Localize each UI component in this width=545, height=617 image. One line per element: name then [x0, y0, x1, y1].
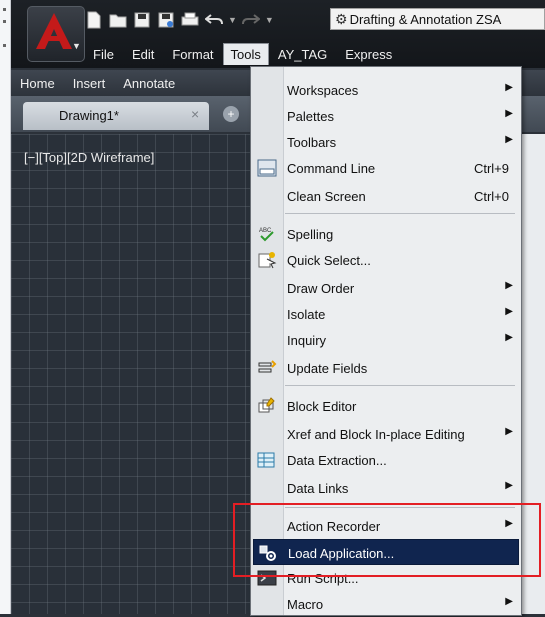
menu-item-label: Command Line	[287, 161, 376, 176]
open-folder-icon[interactable]	[108, 10, 128, 30]
submenu-arrow-icon: ▶	[505, 480, 513, 491]
menu-item-workspaces[interactable]: Workspaces ▶	[251, 77, 521, 103]
menu-item-command-line[interactable]: Command Line Ctrl+9	[251, 155, 521, 181]
quick-access-toolbar: ▼ ▼	[84, 5, 274, 35]
menu-item-macro[interactable]: Macro ▶	[251, 591, 521, 617]
new-tab-button[interactable]: +	[223, 106, 239, 122]
submenu-arrow-icon: ▶	[505, 306, 513, 317]
block-editor-icon	[257, 397, 277, 415]
menu-item-xref-block-in-place-editing[interactable]: Xref and Block In-place Editing ▶	[251, 421, 521, 447]
gear-icon: ⚙	[335, 10, 348, 27]
menu-item-shortcut: Ctrl+9	[473, 161, 509, 176]
menu-edit[interactable]: Edit	[123, 44, 163, 65]
menu-item-data-extraction[interactable]: Data Extraction...	[251, 447, 521, 473]
menu-item-label: Palettes	[287, 109, 334, 124]
new-file-icon[interactable]	[84, 10, 104, 30]
workspace-selector-label: Drafting & Annotation ZSA	[349, 11, 502, 27]
submenu-arrow-icon: ▶	[505, 596, 513, 607]
submenu-arrow-icon: ▶	[505, 134, 513, 145]
menu-item-label: Data Links	[287, 481, 349, 496]
tab-insert[interactable]: Insert	[64, 76, 115, 91]
menu-separator	[285, 385, 515, 386]
menu-item-palettes[interactable]: Palettes ▶	[251, 103, 521, 129]
application-menu-button[interactable]: ▼	[27, 6, 85, 62]
data-extraction-icon	[257, 451, 277, 469]
menu-item-spelling[interactable]: ABC Spelling	[251, 221, 521, 247]
annotation-highlight-box	[233, 503, 541, 577]
menu-item-label: Update Fields	[287, 361, 368, 376]
menu-item-quick-select[interactable]: Quick Select...	[251, 247, 521, 273]
submenu-arrow-icon: ▶	[505, 280, 513, 291]
menu-bar: File Edit Format Tools AY_TAG Express	[84, 42, 401, 66]
menu-item-label: Xref and Block In-place Editing	[287, 427, 465, 442]
menu-item-label: Toolbars	[287, 135, 337, 150]
left-panel-strip	[0, 0, 11, 614]
undo-icon[interactable]	[204, 10, 224, 30]
chevron-down-icon: ▼	[72, 41, 81, 51]
menu-item-label: Isolate	[287, 307, 326, 322]
menu-item-label: Block Editor	[287, 399, 357, 414]
menu-item-label: Data Extraction...	[287, 453, 387, 468]
menu-item-clean-screen[interactable]: Clean Screen Ctrl+0	[251, 183, 521, 209]
menu-item-label: Inquiry	[287, 333, 327, 348]
update-fields-icon	[257, 359, 277, 377]
submenu-arrow-icon: ▶	[505, 82, 513, 93]
close-icon[interactable]: ×	[191, 106, 199, 122]
menu-item-label: Quick Select...	[287, 253, 371, 268]
menu-item-block-editor[interactable]: Block Editor	[251, 393, 521, 419]
document-tab-label: Drawing1*	[59, 108, 119, 123]
viewport-controls-label[interactable]: [−][Top][2D Wireframe]	[24, 150, 154, 165]
menu-item-update-fields[interactable]: Update Fields	[251, 355, 521, 381]
menu-item-label: Draw Order	[287, 281, 355, 296]
tab-annotate[interactable]: Annotate	[114, 76, 184, 91]
menu-format[interactable]: Format	[163, 44, 222, 65]
menu-item-toolbars[interactable]: Toolbars ▶	[251, 129, 521, 155]
undo-dropdown-chevron-icon[interactable]: ▼	[228, 15, 237, 25]
submenu-arrow-icon: ▶	[505, 426, 513, 437]
menu-tools[interactable]: Tools	[222, 43, 269, 65]
menu-item-label: Clean Screen	[287, 189, 366, 204]
menu-file[interactable]: File	[84, 44, 123, 65]
save-icon[interactable]	[132, 10, 152, 30]
menu-item-inquiry[interactable]: Inquiry ▶	[251, 327, 521, 353]
save-as-icon[interactable]	[156, 10, 176, 30]
menu-item-shortcut: Ctrl+0	[473, 189, 509, 204]
plot-printer-icon[interactable]	[180, 10, 200, 30]
menu-item-data-links[interactable]: Data Links ▶	[251, 475, 521, 501]
tab-home[interactable]: Home	[11, 76, 64, 91]
submenu-arrow-icon: ▶	[505, 108, 513, 119]
menu-item-label: Macro	[287, 597, 324, 612]
svg-text:ABC: ABC	[259, 228, 272, 234]
quick-select-icon	[257, 251, 277, 269]
menu-item-draw-order[interactable]: Draw Order ▶	[251, 275, 521, 301]
command-line-icon	[257, 159, 277, 177]
document-tab-drawing1[interactable]: Drawing1* ×	[23, 102, 209, 130]
menu-item-isolate[interactable]: Isolate ▶	[251, 301, 521, 327]
menu-express[interactable]: Express	[336, 44, 401, 65]
menu-separator	[285, 213, 515, 214]
qat-dropdown-chevron-icon[interactable]: ▼	[265, 15, 274, 25]
menu-ay-tag[interactable]: AY_TAG	[269, 44, 336, 65]
submenu-arrow-icon: ▶	[505, 332, 513, 343]
spelling-icon: ABC	[257, 225, 277, 243]
autocad-logo-icon	[36, 13, 72, 49]
redo-icon[interactable]	[241, 10, 261, 30]
workspace-selector[interactable]: ⚙ Drafting & Annotation ZSA	[330, 8, 545, 30]
menu-item-label: Spelling	[287, 227, 334, 242]
menu-item-label: Workspaces	[287, 83, 359, 98]
